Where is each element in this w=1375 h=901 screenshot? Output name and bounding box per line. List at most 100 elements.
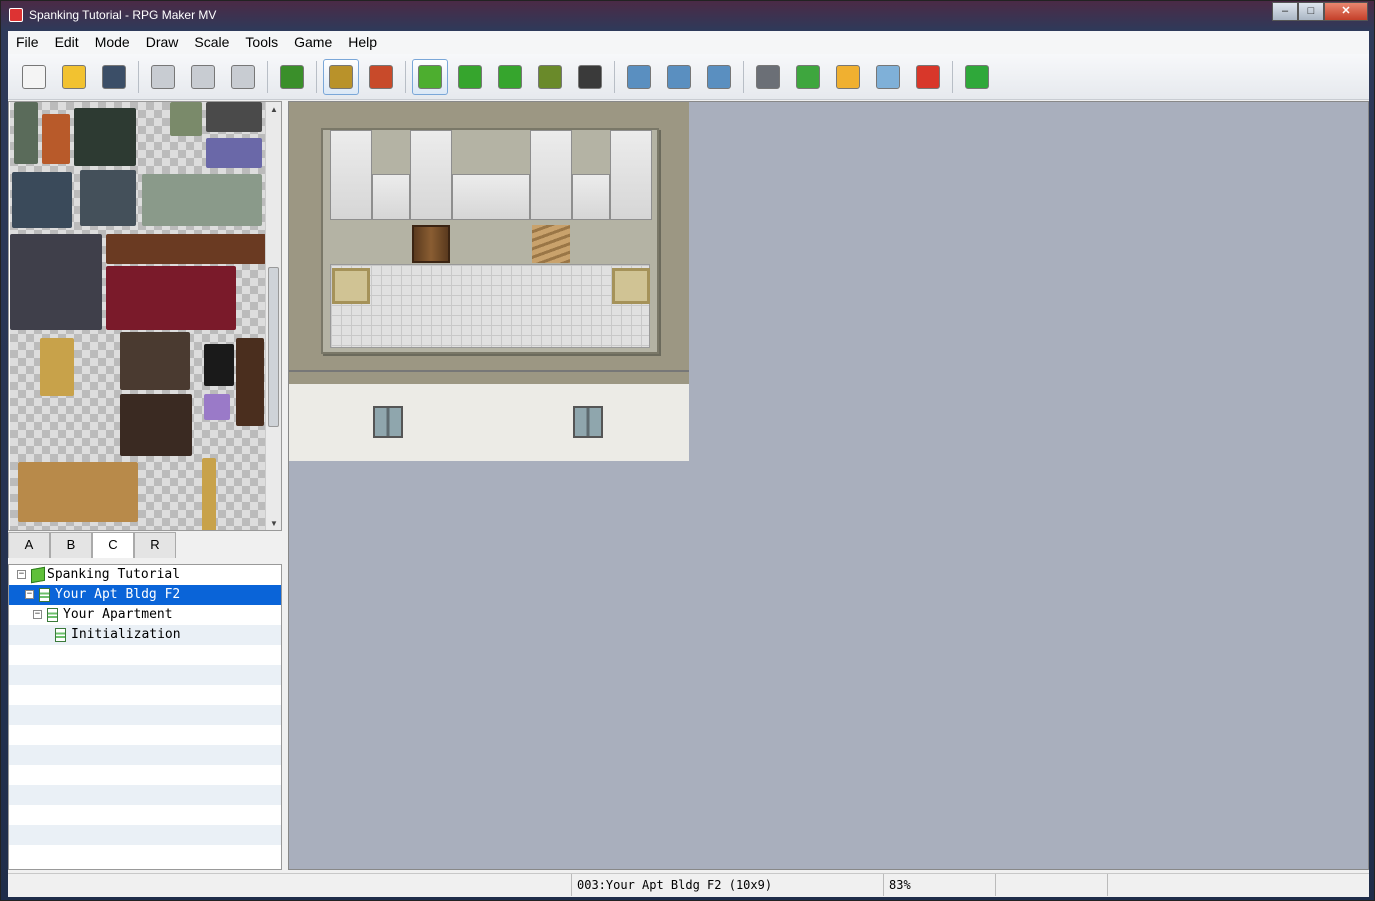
copy-button[interactable] bbox=[185, 59, 221, 95]
window-controls: – □ ✕ bbox=[1272, 2, 1368, 21]
tile-machine[interactable] bbox=[42, 114, 70, 164]
shadow-pen-button[interactable] bbox=[572, 59, 608, 95]
map-mode-icon bbox=[329, 64, 353, 89]
minimize-button[interactable]: – bbox=[1272, 2, 1298, 21]
tab-b[interactable]: B bbox=[50, 532, 92, 558]
tile-food[interactable] bbox=[18, 462, 138, 522]
menu-bar: File Edit Mode Draw Scale Tools Game Help bbox=[8, 31, 1369, 54]
title-bar[interactable]: Spanking Tutorial - RPG Maker MV – □ ✕ bbox=[1, 1, 1375, 31]
save-project-button[interactable] bbox=[96, 59, 132, 95]
tile-server-rack[interactable] bbox=[74, 108, 136, 166]
open-project-button[interactable] bbox=[56, 59, 92, 95]
new-project-button[interactable] bbox=[16, 59, 52, 95]
tree-node[interactable]: Initialization bbox=[9, 625, 281, 645]
toolbar-separator bbox=[316, 60, 317, 93]
ellipse-button[interactable] bbox=[492, 59, 528, 95]
tile-computer[interactable] bbox=[80, 170, 136, 226]
tileset-tiles[interactable] bbox=[10, 102, 266, 530]
paste-button[interactable] bbox=[225, 59, 261, 95]
tile-post[interactable] bbox=[202, 458, 216, 530]
character-generator-button[interactable] bbox=[910, 59, 946, 95]
menu-help[interactable]: Help bbox=[340, 31, 385, 54]
tile-ladder[interactable] bbox=[14, 102, 38, 164]
tree-node[interactable]: − Your Apt Bldg F2 bbox=[9, 585, 281, 605]
menu-draw[interactable]: Draw bbox=[138, 31, 187, 54]
tree-empty-row bbox=[9, 685, 281, 705]
tree-node[interactable]: − Your Apartment bbox=[9, 605, 281, 625]
tile-railing[interactable] bbox=[106, 234, 266, 264]
menu-game[interactable]: Game bbox=[286, 31, 340, 54]
tree-node-label: Initialization bbox=[71, 627, 181, 642]
wall-segment bbox=[372, 174, 410, 220]
tab-c[interactable]: C bbox=[92, 532, 134, 558]
menu-file[interactable]: File bbox=[8, 31, 47, 54]
rectangle-button[interactable] bbox=[452, 59, 488, 95]
tile-gears[interactable] bbox=[206, 102, 262, 132]
tree-node[interactable]: − Spanking Tutorial bbox=[9, 565, 281, 585]
scroll-up-icon[interactable]: ▲ bbox=[266, 102, 281, 118]
map-mode-button[interactable] bbox=[323, 58, 359, 95]
window-title: Spanking Tutorial - RPG Maker MV bbox=[29, 8, 217, 22]
event-searcher-icon bbox=[876, 64, 900, 89]
tree-node-label: Your Apartment bbox=[63, 607, 173, 622]
flood-fill-button[interactable] bbox=[532, 59, 568, 95]
tile-piano[interactable] bbox=[120, 332, 190, 390]
tile-debris[interactable] bbox=[206, 138, 262, 168]
tile-curtains[interactable] bbox=[106, 266, 236, 330]
collapse-icon[interactable]: − bbox=[17, 570, 26, 579]
tile-teddy[interactable] bbox=[204, 394, 230, 420]
scroll-thumb[interactable] bbox=[268, 267, 279, 427]
zoom-actual-button[interactable] bbox=[701, 59, 737, 95]
tile-monitors[interactable] bbox=[12, 172, 72, 228]
map-tree[interactable]: − Spanking Tutorial − Your Apt Bldg F2 − Your… bbox=[8, 564, 282, 870]
tile-mirror[interactable] bbox=[40, 338, 74, 396]
tile-pillar[interactable] bbox=[236, 338, 264, 426]
zoom-out-icon bbox=[667, 64, 691, 89]
toolbar-separator bbox=[952, 60, 953, 93]
database-button[interactable] bbox=[750, 59, 786, 95]
tileset-tabs: ABCR bbox=[8, 532, 282, 559]
zoom-in-button[interactable] bbox=[621, 59, 657, 95]
map-canvas[interactable] bbox=[289, 102, 689, 461]
collapse-icon[interactable]: − bbox=[25, 590, 34, 599]
plugin-manager-icon bbox=[796, 64, 820, 89]
tile-carpet[interactable] bbox=[10, 234, 102, 330]
zoom-out-button[interactable] bbox=[661, 59, 697, 95]
menu-mode[interactable]: Mode bbox=[87, 31, 138, 54]
exterior-wall bbox=[289, 370, 689, 461]
sound-test-button[interactable] bbox=[830, 59, 866, 95]
scroll-down-icon[interactable]: ▼ bbox=[266, 516, 281, 530]
tile-stained-glass[interactable] bbox=[204, 344, 234, 386]
event-mode-button[interactable] bbox=[363, 59, 399, 95]
tree-node-label: Your Apt Bldg F2 bbox=[55, 587, 181, 602]
menu-scale[interactable]: Scale bbox=[186, 31, 237, 54]
tile-fireplace[interactable] bbox=[120, 394, 192, 456]
undo-button[interactable] bbox=[274, 59, 310, 95]
menu-edit[interactable]: Edit bbox=[47, 31, 87, 54]
close-button[interactable]: ✕ bbox=[1324, 2, 1368, 21]
tab-r[interactable]: R bbox=[134, 532, 176, 558]
save-project-icon bbox=[102, 64, 126, 89]
palette-scrollbar[interactable]: ▲ ▼ bbox=[265, 102, 281, 530]
playtest-button[interactable] bbox=[959, 59, 995, 95]
maximize-button[interactable]: □ bbox=[1298, 2, 1324, 21]
tile-lab-equipment[interactable] bbox=[142, 174, 262, 226]
stairs-tile bbox=[532, 225, 570, 263]
wall-segment bbox=[410, 130, 452, 220]
rpg-maker-app-icon bbox=[9, 8, 23, 22]
cut-button[interactable] bbox=[145, 59, 181, 95]
tab-a[interactable]: A bbox=[8, 532, 50, 558]
plugin-manager-button[interactable] bbox=[790, 59, 826, 95]
event-searcher-button[interactable] bbox=[870, 59, 906, 95]
collapse-icon[interactable]: − bbox=[33, 610, 42, 619]
map-icon bbox=[39, 588, 50, 602]
status-cell-empty bbox=[8, 874, 568, 896]
pencil-button[interactable] bbox=[412, 58, 448, 95]
room-interior bbox=[321, 128, 659, 354]
cut-icon bbox=[151, 64, 175, 89]
tile-console[interactable] bbox=[170, 102, 202, 136]
tileset-palette[interactable]: ▲ ▼ bbox=[8, 101, 282, 531]
menu-tools[interactable]: Tools bbox=[237, 31, 286, 54]
map-editor-view[interactable] bbox=[288, 101, 1369, 870]
map-icon bbox=[47, 608, 58, 622]
